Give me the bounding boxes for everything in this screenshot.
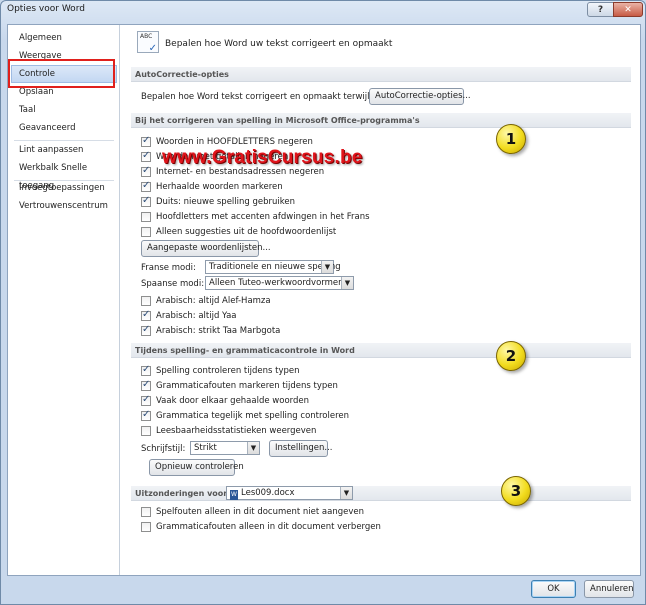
checkbox-confused-words[interactable]: Vaak door elkaar gehaalde woorden [141, 394, 309, 408]
checkbox-arabic-alef[interactable]: Arabisch: altijd Alef-Hamza [141, 294, 271, 308]
checkbox-readability[interactable]: Leesbaarheidsstatistieken weergeven [141, 424, 316, 438]
chevron-down-icon[interactable]: ▼ [340, 487, 352, 499]
writing-style-label: Schrijfstijl: [141, 444, 186, 454]
checkbox-german-spelling[interactable]: Duits: nieuwe spelling gebruiken [141, 195, 295, 209]
chevron-down-icon[interactable]: ▼ [247, 442, 259, 454]
checkbox-box[interactable] [141, 150, 151, 162]
proofing-icon-text: ABC [140, 33, 153, 40]
watermark-text: www.GratisCursus.be [162, 147, 363, 168]
proofing-icon: ABC ✓ [137, 31, 159, 54]
nav-item-invoegtoepassingen[interactable]: Invoegtoepassingen [11, 179, 117, 197]
section-office-spelling: Bij het corrigeren van spelling in Micro… [131, 113, 631, 128]
nav-item-lint-aanpassen[interactable]: Lint aanpassen [11, 141, 117, 159]
checkbox-box[interactable] [141, 507, 151, 517]
chevron-down-icon[interactable]: ▼ [321, 261, 333, 273]
checkmark-icon: ✓ [148, 43, 157, 54]
checkbox-hide-grammar-doc[interactable]: Grammaticafouten alleen in dit document … [141, 520, 381, 534]
checkbox-french-accents[interactable]: Hoofdletters met accenten afdwingen in h… [141, 210, 370, 224]
autocorrect-options-button[interactable]: AutoCorrectie-opties... [369, 88, 471, 105]
checkbox-box[interactable] [141, 180, 151, 192]
checkbox-hide-spelling-doc[interactable]: Spelfouten alleen in dit document niet a… [141, 505, 364, 519]
nav-item-geavanceerd[interactable]: Geavanceerd [11, 119, 117, 137]
checkbox-box[interactable] [141, 324, 151, 336]
checkbox-box[interactable] [141, 379, 151, 391]
checkbox-box[interactable] [141, 409, 151, 421]
checkbox-box[interactable] [141, 135, 151, 147]
checkbox-box[interactable] [141, 195, 151, 207]
cancel-button[interactable]: Annuleren [584, 580, 634, 598]
autocorrect-label: Bepalen hoe Word tekst corrigeert en opm… [141, 92, 401, 102]
checkbox-box[interactable] [141, 212, 151, 222]
checkbox-box[interactable] [141, 165, 151, 177]
nav-item-algemeen[interactable]: Algemeen [11, 29, 117, 47]
checkbox-box[interactable] [141, 309, 151, 321]
spanish-modes-label: Spaanse modi: [141, 279, 205, 289]
french-modes-label: Franse modi: [141, 263, 196, 273]
title-bar: Opties voor Word ? ✕ [1, 1, 645, 19]
nav-item-weergave[interactable]: Weergave [11, 47, 117, 65]
checkbox-check-spelling-typing[interactable]: Spelling controleren tijdens typen [141, 364, 299, 378]
close-button[interactable]: ✕ [613, 2, 643, 17]
checkbox-box[interactable] [141, 227, 151, 237]
checkbox-arabic-taa[interactable]: Arabisch: strikt Taa Marbgota [141, 324, 280, 338]
spanish-modes-select[interactable]: Alleen Tuteo-werkwoordvormen ▼ [205, 276, 354, 290]
nav-item-opslaan[interactable]: Opslaan [11, 83, 117, 101]
checkbox-mark-grammar[interactable]: Grammaticafouten markeren tijdens typen [141, 379, 338, 393]
help-button[interactable]: ? [587, 2, 614, 17]
french-modes-select[interactable]: Traditionele en nieuwe spelling ▼ [205, 260, 341, 274]
nav-item-werkbalk[interactable]: Werkbalk Snelle toegang [11, 159, 117, 191]
checkbox-box[interactable] [141, 394, 151, 406]
exceptions-label: Uitzonderingen voor: [135, 489, 231, 498]
category-nav: Algemeen Weergave Controle Opslaan Taal … [8, 25, 120, 575]
main-panel: ABC ✓ Bepalen hoe Word uw tekst corrigee… [121, 25, 640, 575]
exceptions-document-select[interactable]: W Les009.docx ▼ [226, 486, 353, 500]
custom-dictionaries-button[interactable]: Aangepaste woordenlijsten... [141, 240, 271, 257]
page-heading: Bepalen hoe Word uw tekst corrigeert en … [165, 39, 393, 49]
word-document-icon: W [230, 490, 238, 500]
dialog-content: Algemeen Weergave Controle Opslaan Taal … [7, 24, 641, 576]
nav-item-vertrouwenscentrum[interactable]: Vertrouwenscentrum [11, 197, 117, 215]
section-word-grammar: Tijdens spelling- en grammaticacontrole … [131, 343, 631, 358]
checkbox-box[interactable] [141, 296, 151, 306]
nav-item-controle[interactable]: Controle [11, 65, 117, 83]
window-title: Opties voor Word [7, 4, 85, 14]
ok-button[interactable]: OK [531, 580, 576, 598]
checkbox-flag-repeated[interactable]: Herhaalde woorden markeren [141, 180, 283, 194]
callout-badge-1: 1 [496, 124, 526, 154]
options-scroll-area: ABC ✓ Bepalen hoe Word uw tekst corrigee… [121, 25, 640, 575]
checkbox-box[interactable] [141, 364, 151, 376]
callout-badge-3: 3 [501, 476, 531, 506]
chevron-down-icon[interactable]: ▼ [341, 277, 353, 289]
dialog-footer: OK Annuleren [1, 578, 645, 604]
checkbox-main-dictionary[interactable]: Alleen suggesties uit de hoofdwoordenlij… [141, 225, 336, 239]
checkbox-grammar-with-spelling[interactable]: Grammatica tegelijk met spelling control… [141, 409, 349, 423]
options-dialog: Opties voor Word ? ✕ Algemeen Weergave C… [0, 0, 646, 605]
nav-item-taal[interactable]: Taal [11, 101, 117, 119]
checkbox-arabic-yaa[interactable]: Arabisch: altijd Yaa [141, 309, 237, 323]
recheck-document-button[interactable]: Opnieuw controleren [149, 459, 244, 476]
checkbox-box[interactable] [141, 522, 151, 532]
writing-style-select[interactable]: Strikt ▼ [190, 441, 260, 455]
grammar-settings-button[interactable]: Instellingen... [269, 440, 332, 457]
checkbox-box[interactable] [141, 426, 151, 436]
callout-badge-2: 2 [496, 341, 526, 371]
section-autocorrect: AutoCorrectie-opties [131, 67, 631, 82]
